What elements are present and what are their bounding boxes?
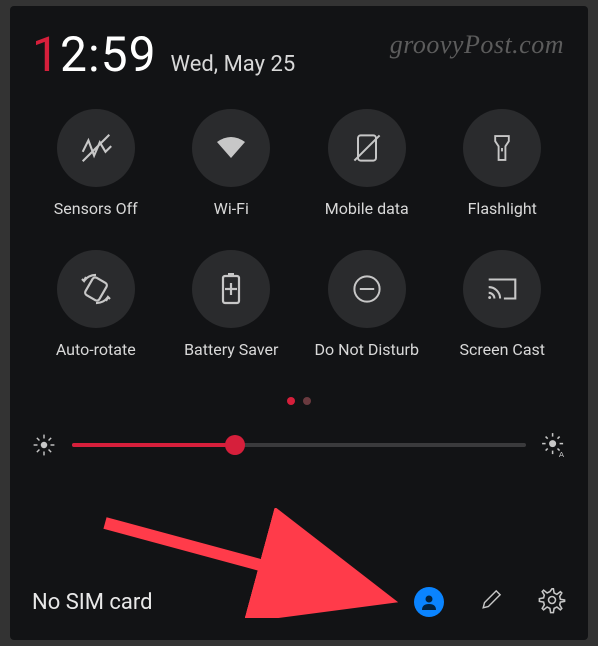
- edit-tiles-button[interactable]: [478, 587, 504, 617]
- do-not-disturb-icon: [328, 250, 406, 328]
- svg-text:A: A: [559, 450, 565, 459]
- clock[interactable]: 12:59: [32, 26, 157, 83]
- flashlight-icon: [463, 109, 541, 187]
- brightness-auto-icon[interactable]: A: [540, 431, 568, 459]
- date[interactable]: Wed, May 25: [171, 52, 296, 77]
- user-icon: [419, 592, 439, 612]
- tile-wifi[interactable]: Wi-Fi: [164, 109, 300, 218]
- page-indicator: [24, 397, 574, 405]
- tile-label: Screen Cast: [459, 340, 545, 359]
- tile-screen-cast[interactable]: Screen Cast: [435, 250, 571, 359]
- tile-auto-rotate[interactable]: Auto-rotate: [28, 250, 164, 359]
- screen-cast-icon: [463, 250, 541, 328]
- tile-label: Do Not Disturb: [315, 340, 419, 359]
- slider-thumb[interactable]: [225, 435, 245, 455]
- tile-battery-saver[interactable]: Battery Saver: [164, 250, 300, 359]
- watermark: groovyPost.com: [390, 30, 564, 60]
- brightness-low-icon[interactable]: [30, 431, 58, 459]
- sensors-off-icon: [57, 109, 135, 187]
- quick-settings-panel: groovyPost.com 12:59 Wed, May 25 Sensors…: [10, 6, 588, 640]
- tile-flashlight[interactable]: Flashlight: [435, 109, 571, 218]
- settings-button[interactable]: [538, 586, 566, 618]
- page-dot-active: [287, 397, 295, 405]
- footer-icons: [414, 586, 566, 618]
- tile-label: Battery Saver: [184, 340, 278, 359]
- gear-icon: [538, 586, 566, 614]
- tile-label: Flashlight: [468, 199, 537, 218]
- brightness-row: A: [24, 431, 574, 459]
- slider-fill: [72, 443, 235, 447]
- sim-status: No SIM card: [32, 590, 414, 615]
- tile-sensors-off[interactable]: Sensors Off: [28, 109, 164, 218]
- brightness-slider[interactable]: [72, 433, 526, 457]
- footer-row: No SIM card: [32, 586, 566, 618]
- tile-label: Auto-rotate: [56, 340, 136, 359]
- tile-label: Sensors Off: [54, 199, 138, 218]
- mobile-data-icon: [328, 109, 406, 187]
- pencil-icon: [478, 587, 504, 613]
- clock-rest: 2:59: [60, 26, 157, 83]
- battery-saver-icon: [192, 250, 270, 328]
- auto-rotate-icon: [57, 250, 135, 328]
- wifi-icon: [192, 109, 270, 187]
- quick-tiles-grid: Sensors Off Wi-Fi Mobile data: [24, 109, 574, 359]
- clock-leading-digit: 1: [32, 26, 60, 83]
- tile-mobile-data[interactable]: Mobile data: [299, 109, 435, 218]
- tile-do-not-disturb[interactable]: Do Not Disturb: [299, 250, 435, 359]
- tile-label: Mobile data: [325, 199, 409, 218]
- page-dot-inactive: [303, 397, 311, 405]
- tile-label: Wi-Fi: [214, 199, 249, 218]
- user-profile-button[interactable]: [414, 587, 444, 617]
